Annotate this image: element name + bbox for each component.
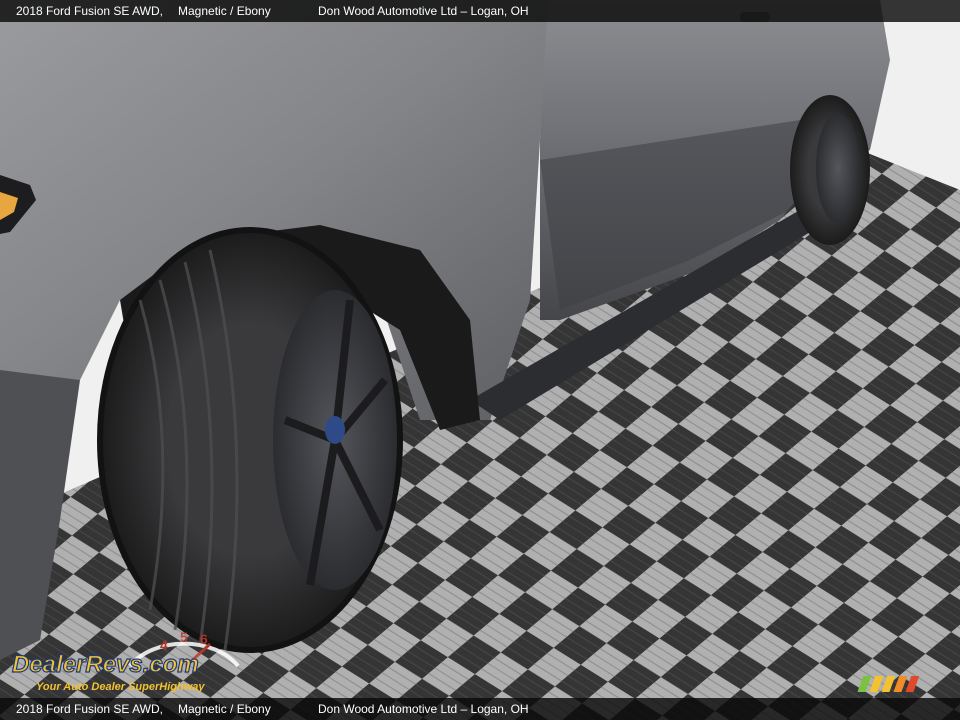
- vehicle-color-bottom: Magnetic / Ebony: [178, 702, 271, 716]
- vehicle-color: Magnetic / Ebony: [178, 4, 271, 18]
- watermark-brand: DealerRevs.com: [12, 651, 199, 678]
- caption-bar-top: 2018 Ford Fusion SE AWD, Magnetic / Ebon…: [0, 0, 960, 22]
- center-cap: [325, 416, 345, 444]
- flag-stripes-icon: [856, 674, 936, 694]
- dealer-name-bottom: Don Wood Automotive Ltd – Logan, OH: [318, 702, 529, 716]
- caption-bar-bottom: 2018 Ford Fusion SE AWD, Magnetic / Ebon…: [0, 698, 960, 720]
- dealer-name: Don Wood Automotive Ltd – Logan, OH: [318, 4, 529, 18]
- vehicle-title-bottom: 2018 Ford Fusion SE AWD,: [16, 702, 163, 716]
- vehicle-title: 2018 Ford Fusion SE AWD,: [16, 4, 163, 18]
- vehicle-photo: [0, 0, 960, 720]
- dealerrevs-watermark: 4 5 6 DealerRevs.com Your Auto Dealer Su…: [10, 622, 270, 698]
- watermark-tagline: Your Auto Dealer SuperHighway: [36, 681, 205, 693]
- svg-text:6: 6: [200, 631, 208, 647]
- svg-text:5: 5: [180, 629, 188, 645]
